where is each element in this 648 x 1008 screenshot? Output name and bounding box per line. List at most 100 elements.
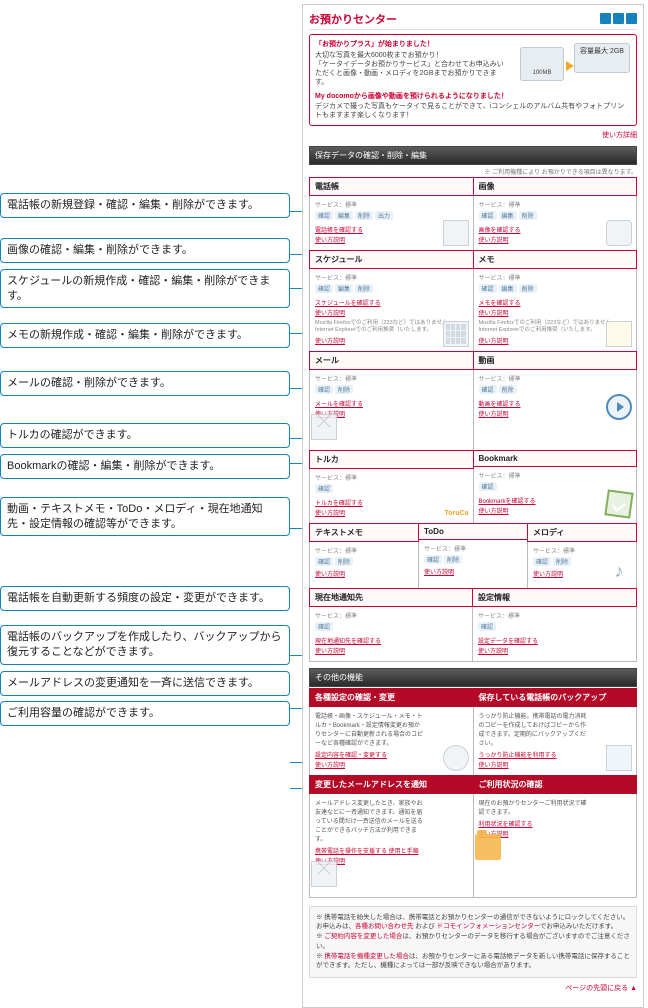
callout-text: メールの確認・削除ができます。 (7, 377, 171, 389)
music-icon: ♪ (606, 558, 632, 584)
card-title: Bookmark (473, 450, 638, 467)
box-icon (606, 745, 632, 771)
card-phonebook: 電話帳 サービス：標準 確認編集削除出力 電話帳を確認する 使い方説明 (309, 178, 474, 251)
promo-box: 「お預かりプラス」が始まりました！ 大切な写真を最大6000枚までお預かり！ 「… (309, 34, 637, 126)
card-usage: ご利用状況の確認 現在のお預かりセンターご利用状況で確認できます。 利用状況を確… (474, 776, 638, 898)
toruca-icon: ToruCa (445, 510, 469, 517)
calendar-icon (443, 321, 469, 347)
header-icons (598, 13, 637, 26)
callout-text: トルカの確認ができます。 (7, 429, 138, 441)
guide-link[interactable]: 使い方説明 (478, 646, 631, 655)
card-title: メモ (473, 250, 638, 269)
toruca-link[interactable]: トルカを確認する (315, 498, 468, 507)
card-settings: 設定情報 サービス：標準 確認 設定データを確認する 使い方説明 (473, 589, 637, 662)
callout-auto-update: 電話帳を自動更新する頻度の設定・変更ができます。 (0, 586, 290, 611)
guide-link[interactable]: 使い方説明 (315, 409, 468, 418)
card-title: 設定情報 (472, 588, 637, 607)
card-title: ToDo (418, 523, 528, 540)
guide-link[interactable]: 使い方説明 (315, 646, 467, 655)
card-title: 現在地通知先 (309, 588, 473, 607)
calc-icon[interactable] (613, 13, 624, 24)
mail-icon (311, 861, 337, 887)
promo-line-2: 「ケータイデータお預かりサービス」と合わせてお申込みいただくと画像・動画・メロデ… (315, 60, 505, 87)
guide-link[interactable]: 使い方説明 (479, 308, 632, 317)
card-title: テキストメモ (309, 523, 419, 542)
service-label: サービス：標準 (315, 200, 468, 209)
card-desc: 現在のお預かりセンターご利用状況で確認できます。 (479, 798, 589, 816)
promo-sub-title: My docomoから画像や動画を預けられるようになりました！ (315, 92, 631, 101)
schedule-link[interactable]: スケジュールを確認する (315, 298, 468, 307)
section-data-edit: 保存データの確認・削除・編集 (309, 146, 637, 165)
card-settings-change: 各種設定の確認・変更 電話帳・画像・スケジュール・メモ・トルカ・Bookmark… (309, 689, 474, 776)
promo-illustration: 100MB 容量最大 2GB (520, 41, 630, 91)
note-icon (606, 321, 632, 347)
page-title: お預かりセンター (309, 11, 397, 27)
card-title: 動画 (473, 351, 638, 370)
card-images: 画像 サービス：標準 確認編集削除 画像を確認する 使い方説明 (474, 178, 638, 251)
card-desc: うっかり防止機能。携帯電話の電力消耗のコピーを作成しておけばコピーから作成できま… (479, 711, 589, 747)
card-todo: ToDo サービス：標準 確認削除 使い方説明 (419, 524, 528, 589)
note-3: ※ 携帯電話を機種変更した場合は、お預かりセンターにある電話帳データを新しい携帯… (316, 952, 630, 972)
card-title: 各種設定の確認・変更 (309, 688, 474, 707)
guide-link[interactable]: 使い方説明 (315, 856, 468, 865)
note-link-contract[interactable]: ご契約内容を変更した場合 (324, 933, 402, 940)
phone-icon[interactable] (600, 13, 611, 24)
card-title: トルカ (309, 450, 474, 469)
card-title: ご利用状況の確認 (473, 775, 638, 794)
guide-link[interactable]: 使い方説明 (424, 567, 522, 576)
mail-icon (311, 414, 337, 440)
card-melody: メロディ サービス：標準 確認削除 使い方説明 ♪ (528, 524, 637, 589)
card-title: 電話帳 (309, 177, 474, 196)
memo-link[interactable]: メモを確認する (479, 298, 632, 307)
promo-detail-link[interactable]: 使い方詳細 (602, 132, 637, 139)
card-title: 保存している電話帳のバックアップ (473, 688, 638, 707)
arrow-icon (566, 61, 574, 71)
callout-text: ご利用容量の確認ができます。 (7, 707, 160, 719)
guide-link[interactable]: 使い方説明 (479, 829, 632, 838)
card-title: 画像 (473, 177, 638, 196)
card-desc: 電話帳・画像・スケジュール・メモ・トルカ・Bookmark・設定情報変更お預かり… (315, 711, 425, 747)
settings-link[interactable]: 設定データを確認する (478, 636, 631, 645)
app-panel: お預かりセンター 「お預かりプラス」が始まりました！ 大切な写真を最大6000枚… (302, 4, 644, 1008)
back-to-top-link[interactable]: ページの先頭に戻る ▲ (565, 985, 637, 992)
mail-link[interactable]: メールを確認する (315, 399, 468, 408)
usage-link[interactable]: 利用状況を確認する (479, 819, 632, 828)
callout-usage: ご利用容量の確認ができます。 (0, 701, 290, 726)
guide-link[interactable]: 使い方説明 (315, 308, 468, 317)
card-backup: 保存している電話帳のバックアップ うっかり防止機能。携帯電話の電力消耗のコピーを… (474, 689, 638, 776)
note-link-info[interactable]: ドコモインフォメーションセンター (437, 923, 540, 930)
notes-box: ※ 携帯電話を紛失した場合は、携帯電話とお預かりセンターの通信ができないようにロ… (309, 906, 637, 979)
guide-link[interactable]: 使い方説明 (315, 569, 413, 578)
callout-misc: 動画・テキストメモ・ToDo・メロディ・現在地通知先・設定情報の確認等ができます… (0, 497, 290, 537)
callout-text: 画像の確認・編集・削除ができます。 (7, 244, 193, 256)
location-link[interactable]: 現在地通知先を確認する (315, 636, 467, 645)
callout-text: Bookmarkの確認・編集・削除ができます。 (7, 460, 220, 472)
callout-mail: メールの確認・削除ができます。 (0, 371, 290, 396)
mail-icon[interactable] (626, 13, 637, 24)
service-label: サービス：標準 (479, 200, 632, 209)
callout-text: メモの新規作成・確認・編集・削除ができます。 (7, 329, 248, 341)
callout-toruca: トルカの確認ができます。 (0, 423, 290, 448)
card-schedule: スケジュール サービス：標準 確認編集削除 スケジュールを確認する 使い方説明 … (309, 251, 474, 352)
card-title: メール (309, 351, 474, 370)
card-title: 変更したメールアドレスを通知 (309, 775, 474, 794)
mail-notify-link[interactable]: 携帯電話を操作を支援する 使用と手順 (315, 846, 468, 855)
callout-memo: メモの新規作成・確認・編集・削除ができます。 (0, 323, 290, 348)
card-textmemo: テキストメモ サービス：標準 確認削除 使い方説明 (309, 524, 419, 589)
card-mail: メール サービス：標準 確認削除 メールを確認する 使い方説明 (309, 352, 474, 451)
card-video: 動画 サービス：標準 確認削除 動画を確認する 使い方説明 (474, 352, 638, 451)
file-icon (443, 220, 469, 246)
note-1: ※ 携帯電話を紛失した場合は、携帯電話とお預かりセンターの通信ができないようにロ… (316, 913, 630, 933)
section-other: その他の機能 (309, 668, 637, 687)
callout-text: 電話帳を自動更新する頻度の設定・変更ができます。 (7, 592, 270, 604)
callout-bookmark: Bookmarkの確認・編集・削除ができます。 (0, 454, 290, 479)
callout-phonebook: 電話帳の新規登録・確認・編集・削除ができます。 (0, 193, 290, 218)
gear-icon (443, 745, 469, 771)
portrait-icon (606, 220, 632, 246)
card-toruca: トルカ サービス：標準 確認 トルカを確認する 使い方説明 ToruCa (309, 451, 474, 524)
callout-images: 画像の確認・編集・削除ができます。 (0, 238, 290, 263)
note-link-model-change[interactable]: 携帯電話を機種変更した場合 (324, 953, 409, 960)
card-bookmark: Bookmark サービス：標準 確認 Bookmarkを確認する 使い方説明 (474, 451, 638, 524)
note-link-contacts[interactable]: 各種お問い合わせ先 (355, 923, 414, 930)
capacity-2gb: 容量最大 2GB (574, 43, 630, 73)
